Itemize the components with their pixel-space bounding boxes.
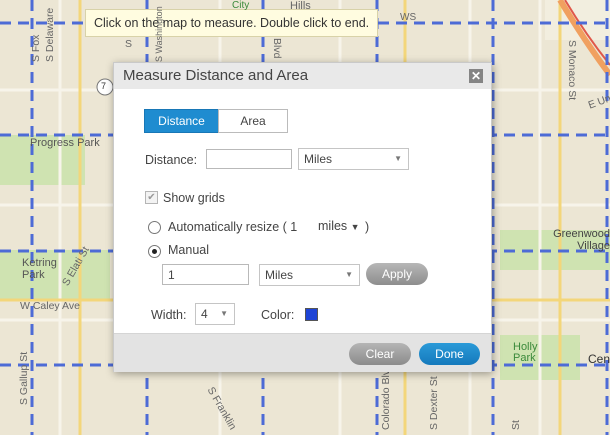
distance-unit-select[interactable]: Miles ▼ xyxy=(298,148,409,170)
auto-resize-close: ) xyxy=(365,220,370,234)
map-label-w-caley: W Caley Ave xyxy=(20,300,80,312)
highway-shield-7: 7 xyxy=(101,81,107,91)
clear-button[interactable]: Clear xyxy=(349,343,411,365)
auto-resize-label: Automatically resize ( 1 xyxy=(168,220,298,234)
color-label: Color: xyxy=(261,308,295,322)
auto-resize-unit-dropdown[interactable]: miles ▼ xyxy=(318,219,360,233)
map-label-ketring-park: Ketring Park xyxy=(22,257,57,281)
show-grids-label: Show grids xyxy=(163,191,225,205)
map-label-washington: S Washington xyxy=(154,6,164,62)
map-label-city: City xyxy=(232,0,250,11)
tab-distance[interactable]: Distance xyxy=(144,109,219,133)
distance-unit-value: Miles xyxy=(304,152,333,166)
manual-size-field[interactable]: 1 xyxy=(162,264,249,285)
manual-unit-select[interactable]: Miles ▼ xyxy=(259,264,360,286)
close-icon[interactable]: ✕ xyxy=(469,69,483,83)
show-grids-checkbox[interactable]: ✔ xyxy=(145,191,158,204)
width-label: Width: xyxy=(151,308,187,322)
radio-selected-dot xyxy=(152,249,157,254)
map-label-colorado-blvd: Colorado Blvd xyxy=(380,364,392,430)
manual-unit-value: Miles xyxy=(265,268,294,282)
apply-button[interactable]: Apply xyxy=(366,263,428,285)
map-label-progress-park: Progress Park xyxy=(30,137,100,149)
chevron-down-icon: ▼ xyxy=(345,270,353,279)
dialog-footer: Clear Done xyxy=(114,333,491,372)
map-label-monaco: S Monaco St xyxy=(566,40,578,101)
map-label-greenwood-village: Greenwood Village xyxy=(553,228,610,252)
caret-down-icon: ▼ xyxy=(350,222,360,232)
map-label-cen: Cen xyxy=(588,352,610,366)
dialog-title: Measure Distance and Area xyxy=(123,67,309,84)
measure-dialog: Measure Distance and Area ✕ Distance Are… xyxy=(113,62,492,372)
measure-tooltip: Click on the map to measure. Double clic… xyxy=(85,9,379,37)
distance-field[interactable] xyxy=(206,149,292,169)
manual-label: Manual xyxy=(168,243,209,257)
chevron-down-icon: ▼ xyxy=(220,309,228,318)
map-label-blvd: Blvd xyxy=(271,38,283,59)
width-value: 4 xyxy=(201,307,208,321)
map-label-hills: Hills xyxy=(290,0,311,12)
distance-label: Distance: xyxy=(145,153,198,167)
map-label-ws: WS xyxy=(400,12,417,23)
map-label-fox: S Fox xyxy=(30,34,42,62)
map-label-gallup: S Gallup St xyxy=(18,351,30,405)
chevron-down-icon: ▼ xyxy=(394,154,402,163)
auto-resize-radio[interactable] xyxy=(148,221,161,234)
tab-area[interactable]: Area xyxy=(218,109,288,133)
map-label-st-end: St xyxy=(510,420,522,430)
map-label-holly-park: Holly Park xyxy=(513,341,538,364)
auto-resize-unit: miles xyxy=(318,219,348,233)
map-label-dexter: S Dexter St xyxy=(428,376,440,430)
dialog-header[interactable]: Measure Distance and Area ✕ xyxy=(114,63,491,89)
manual-radio[interactable] xyxy=(148,245,161,258)
color-swatch[interactable] xyxy=(305,308,318,321)
done-button[interactable]: Done xyxy=(419,343,480,365)
map-label-s: S xyxy=(125,38,133,50)
width-select[interactable]: 4 ▼ xyxy=(195,303,235,325)
map-label-delaware: S Delaware xyxy=(44,7,56,62)
